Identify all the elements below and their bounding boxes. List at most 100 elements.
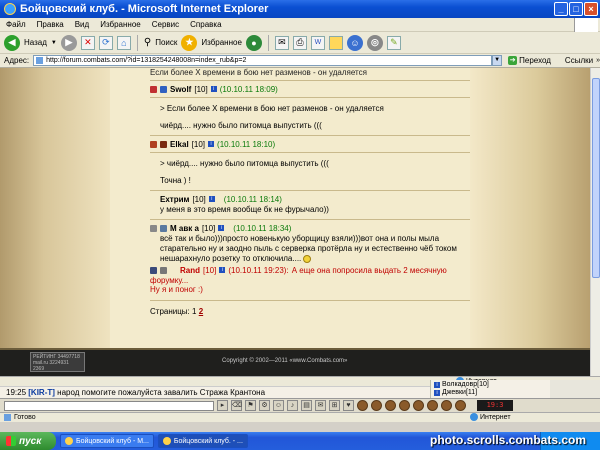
info-icon[interactable]: i xyxy=(219,267,226,273)
post-header: Elkal [10] i (10.10.11 18:10) xyxy=(150,138,480,150)
taskbar-item[interactable]: Бойцовский клуб - M... xyxy=(60,434,154,448)
parchment-left-edge xyxy=(0,68,110,348)
clan-icon xyxy=(150,266,157,274)
page-link-2[interactable]: 2 xyxy=(199,307,203,316)
menu-bar: Файл Правка Вид Избранное Сервис Справка xyxy=(0,18,600,32)
back-label[interactable]: Назад xyxy=(24,38,47,47)
previous-post-text: Если более Х времени в бою нет разменов … xyxy=(150,68,367,77)
character-avatar[interactable] xyxy=(385,400,396,411)
chat-time: 19:25 xyxy=(6,388,27,397)
taskbar-item-active[interactable]: Бойцовский клуб. - ... xyxy=(157,434,248,448)
character-avatar[interactable] xyxy=(357,400,368,411)
info-icon[interactable]: i xyxy=(208,196,215,202)
maximize-button[interactable]: □ xyxy=(569,2,583,16)
character-avatar[interactable] xyxy=(441,400,452,411)
post-header: М авк а [10] i (10.10.11 18:34) xyxy=(150,222,480,234)
post-divider xyxy=(150,152,470,153)
scrollbar-thumb[interactable] xyxy=(592,78,600,278)
home-icon[interactable]: ⌂ xyxy=(116,35,131,50)
back-dropdown-icon[interactable]: ▼ xyxy=(51,40,57,46)
info-icon[interactable]: i xyxy=(218,225,225,231)
rating-counter[interactable]: РЕЙТИНГ 34497718 mail.ru 3224931 2369 xyxy=(30,352,85,372)
favorites-label[interactable]: Избранное xyxy=(201,38,242,47)
private-icon[interactable]: ✉ xyxy=(315,400,326,411)
mail-icon[interactable]: ✉ xyxy=(274,35,289,50)
post-line: форумку... xyxy=(150,276,189,285)
menu-favorites[interactable]: Избранное xyxy=(100,20,141,29)
media-icon[interactable]: ● xyxy=(245,34,262,51)
stop-icon[interactable]: ✕ xyxy=(80,35,95,50)
post-time: (10.10.11 18:09) xyxy=(219,84,278,94)
post-author[interactable]: Elkal xyxy=(170,140,189,149)
forward-arrow-icon[interactable]: ▶ xyxy=(60,34,77,51)
info-icon[interactable]: i xyxy=(208,141,215,147)
emote-icon[interactable]: ☺ xyxy=(273,400,284,411)
send-icon[interactable]: ▸ xyxy=(217,400,228,411)
menu-view[interactable]: Вид xyxy=(75,20,89,29)
research-icon[interactable]: ◎ xyxy=(366,34,383,51)
info-icon[interactable]: i xyxy=(434,382,440,388)
go-button[interactable]: ➔ Переход xyxy=(508,56,551,65)
post-line: нешарахнуло розетку то отключила.... xyxy=(160,254,480,264)
refresh-icon[interactable]: ⟳ xyxy=(98,35,113,50)
character-avatar[interactable] xyxy=(371,400,382,411)
character-avatar[interactable] xyxy=(455,400,466,411)
folder-icon[interactable] xyxy=(328,35,343,50)
post-quote: > Если более Х времени в бою нет размено… xyxy=(160,104,384,113)
post-author[interactable]: Swolf xyxy=(170,85,191,94)
player-name[interactable]: Волкадовр xyxy=(442,381,477,388)
counter-line: 2369 xyxy=(33,366,45,372)
character-avatar[interactable] xyxy=(413,400,424,411)
menu-edit[interactable]: Правка xyxy=(37,20,64,29)
messenger-icon[interactable]: ☺ xyxy=(346,34,363,51)
info-icon[interactable]: i xyxy=(434,390,440,396)
menu-file[interactable]: Файл xyxy=(6,20,26,29)
back-arrow-icon[interactable]: ◀ xyxy=(4,34,20,51)
favorites-star-icon[interactable]: ★ xyxy=(181,34,198,51)
close-button[interactable]: × xyxy=(584,2,598,16)
post-divider xyxy=(150,80,470,81)
post-level: [10] xyxy=(194,84,208,94)
start-button[interactable]: пуск xyxy=(0,432,56,450)
clan-icon xyxy=(150,85,157,93)
page-link-1[interactable]: 1 xyxy=(192,307,196,316)
player-name[interactable]: Джевки xyxy=(442,389,466,396)
system-icon[interactable]: ⊞ xyxy=(329,400,340,411)
globe-icon xyxy=(470,413,478,421)
log-icon[interactable]: ▤ xyxy=(301,400,312,411)
friends-icon[interactable]: ♥ xyxy=(343,400,354,411)
tools-icon[interactable]: ✎ xyxy=(386,35,401,50)
page-done-icon xyxy=(4,414,11,421)
links-button[interactable]: Ссылки xyxy=(565,56,593,65)
clear-icon[interactable]: ⌫ xyxy=(231,400,242,411)
player-row[interactable]: i Волкадовр[10] xyxy=(434,381,547,389)
settings-icon[interactable]: ⚙ xyxy=(259,400,270,411)
start-label: пуск xyxy=(19,435,42,447)
print-icon[interactable]: ⎙ xyxy=(292,35,307,50)
word-icon[interactable]: W xyxy=(310,35,325,50)
links-chevron-icon[interactable]: » xyxy=(596,57,600,64)
post-text-inline: А еще она попросила выдать 2 месячную xyxy=(291,265,447,275)
menu-tools[interactable]: Сервис xyxy=(152,20,179,29)
search-icon[interactable]: ⚲ xyxy=(144,37,151,48)
player-row[interactable]: i Джевки[11] xyxy=(434,389,547,397)
character-avatar[interactable] xyxy=(427,400,438,411)
info-icon[interactable]: i xyxy=(210,86,217,92)
game-clock: 19:3 xyxy=(477,400,513,411)
toolbar-separator xyxy=(136,34,138,51)
menu-help[interactable]: Справка xyxy=(190,20,221,29)
chat-input[interactable] xyxy=(4,400,214,411)
post-author[interactable]: Rand xyxy=(180,266,200,275)
search-label[interactable]: Поиск xyxy=(155,38,177,47)
post-author[interactable]: М авк а xyxy=(170,224,199,233)
post-author[interactable]: Ехтрим xyxy=(150,195,189,204)
sound-icon[interactable]: ♪ xyxy=(287,400,298,411)
chat-nick[interactable]: [KIR-T] xyxy=(28,388,55,397)
minimize-button[interactable]: _ xyxy=(554,2,568,16)
address-dropdown-icon[interactable]: ▼ xyxy=(492,55,503,66)
address-input[interactable]: http://forum.combats.com/?id=13182542480… xyxy=(33,55,493,66)
post-header: Rand [10] i (10.10.11 19:23): А еще она … xyxy=(150,264,480,276)
character-avatar[interactable] xyxy=(399,400,410,411)
filter-icon[interactable]: ⚑ xyxy=(245,400,256,411)
vertical-scrollbar[interactable] xyxy=(590,68,600,376)
